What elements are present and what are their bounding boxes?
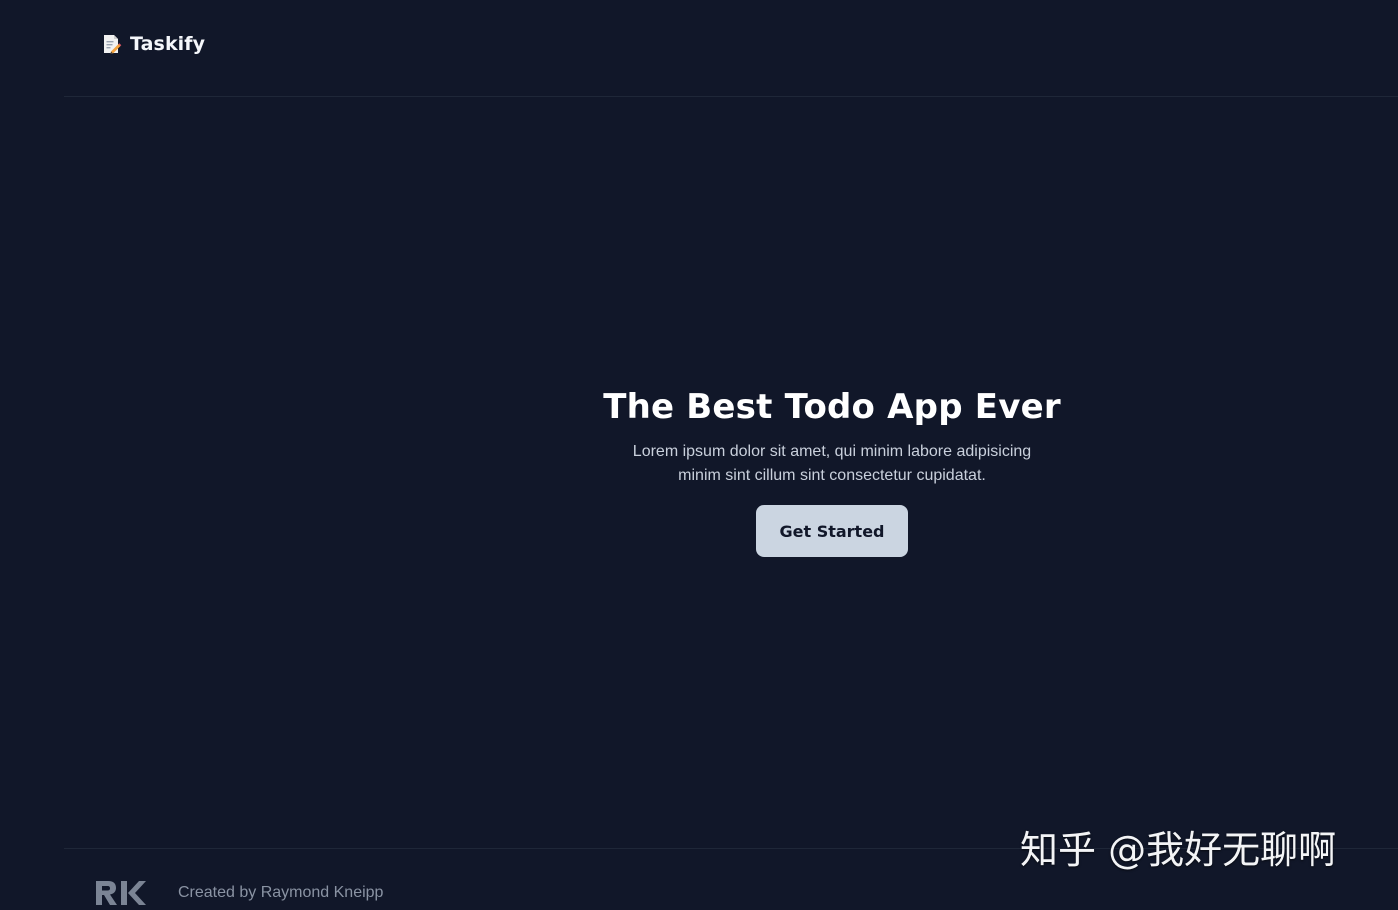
brand-link[interactable]: Taskify <box>100 30 205 58</box>
footer-credit: Created by Raymond Kneipp <box>178 884 384 901</box>
memo-icon <box>104 35 122 54</box>
watermark-text: 知乎 @我好无聊啊 <box>1020 828 1337 872</box>
hero-description: Lorem ipsum dolor sit amet, qui minim la… <box>632 443 1032 484</box>
get-started-button[interactable]: Get Started <box>756 505 908 557</box>
brand-name: Taskify <box>130 33 206 55</box>
landing-page: Taskify The Best Todo App Ever Lorem ips… <box>0 0 1398 910</box>
site-header: Taskify <box>0 0 1398 96</box>
rk-logo-icon[interactable] <box>95 880 147 906</box>
header-divider <box>64 96 1398 97</box>
hero-section: The Best Todo App Ever Lorem ipsum dolor… <box>582 382 1082 557</box>
hero-title: The Best Todo App Ever <box>603 387 1061 427</box>
